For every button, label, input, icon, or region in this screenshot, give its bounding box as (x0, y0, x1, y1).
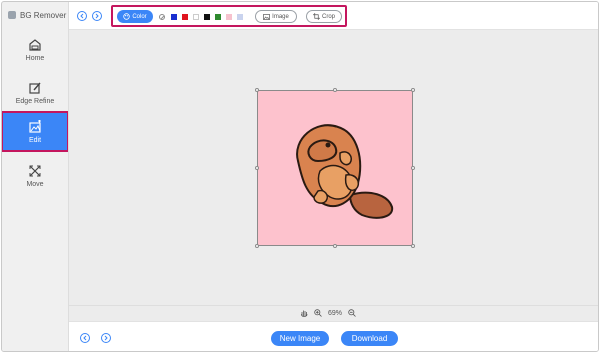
app-logo-icon (8, 11, 16, 19)
resize-handle-left[interactable] (255, 166, 259, 170)
main-panel: Color Image Crop 69% New Image Download (68, 2, 598, 351)
swatch-light-blue[interactable] (237, 14, 243, 20)
swatch-green[interactable] (215, 14, 221, 20)
next-button[interactable] (101, 333, 111, 343)
crop-icon (312, 13, 320, 20)
previous-button[interactable] (80, 333, 90, 343)
swatch-white[interactable] (193, 14, 199, 20)
swatch-pink[interactable] (226, 14, 232, 20)
platypus-illustration (296, 124, 394, 219)
edited-image[interactable] (255, 88, 415, 248)
sidebar-item-label: Edge Refine (15, 98, 55, 105)
swatch-blue[interactable] (171, 14, 177, 20)
move-icon (29, 165, 41, 177)
sidebar-item-edge-refine[interactable]: Edge Refine (2, 73, 68, 113)
redo-button[interactable] (92, 11, 102, 21)
sidebar-item-move[interactable]: Move (2, 156, 68, 196)
sidebar-item-label: Home (25, 55, 45, 62)
edge-refine-icon (29, 82, 41, 94)
zoom-controls: 69% (69, 305, 598, 321)
edit-image-icon (29, 119, 41, 133)
sidebar-item-label: Move (26, 181, 44, 188)
undo-button[interactable] (77, 11, 87, 21)
sidebar-item-label: Edit (28, 136, 42, 144)
resize-handle-top-left[interactable] (255, 88, 259, 92)
download-button[interactable]: Download (341, 331, 398, 346)
image-canvas (69, 30, 598, 305)
hand-pan-icon[interactable] (300, 309, 308, 317)
swatch-transparent[interactable] (159, 14, 165, 20)
app-title: BG Remover (20, 10, 67, 20)
resize-handle-top[interactable] (333, 88, 337, 92)
zoom-out-icon[interactable] (348, 309, 356, 317)
new-image-button[interactable]: New Image (271, 331, 329, 346)
swatch-black[interactable] (204, 14, 210, 20)
image-icon (263, 13, 270, 20)
zoom-in-icon[interactable] (314, 309, 322, 317)
sidebar-item-home[interactable]: Home (2, 30, 68, 70)
home-icon (29, 39, 41, 51)
zoom-level: 69% (328, 309, 343, 317)
resize-handle-bottom-left[interactable] (255, 244, 259, 248)
color-button-label: Color (132, 13, 147, 20)
swatch-red[interactable] (182, 14, 188, 20)
image-background-button[interactable]: Image (255, 10, 297, 23)
bottom-bar: New Image Download (69, 321, 598, 351)
resize-handle-bottom-right[interactable] (411, 244, 415, 248)
crop-button-label: Crop (321, 13, 335, 20)
chevron-right-icon (104, 335, 108, 341)
resize-handle-bottom[interactable] (333, 244, 337, 248)
palette-icon (123, 13, 131, 20)
image-button-label: Image (272, 13, 289, 20)
resize-handle-right[interactable] (411, 166, 415, 170)
app-window: BG Remover Home Edge Refine Edit Move Co… (1, 1, 599, 352)
crop-button[interactable]: Crop (306, 10, 342, 23)
top-toolbar: Color Image Crop (69, 2, 598, 30)
chevron-left-icon (83, 335, 87, 341)
sidebar-item-edit[interactable]: Edit (2, 111, 69, 152)
redo-icon (95, 13, 99, 19)
title-bar: BG Remover (2, 2, 68, 28)
resize-handle-top-right[interactable] (411, 88, 415, 92)
undo-icon (80, 13, 84, 19)
sidebar: Home Edge Refine Edit Move (2, 28, 69, 351)
edit-tool-group: Color Image Crop (111, 5, 347, 27)
color-button[interactable]: Color (117, 10, 153, 23)
